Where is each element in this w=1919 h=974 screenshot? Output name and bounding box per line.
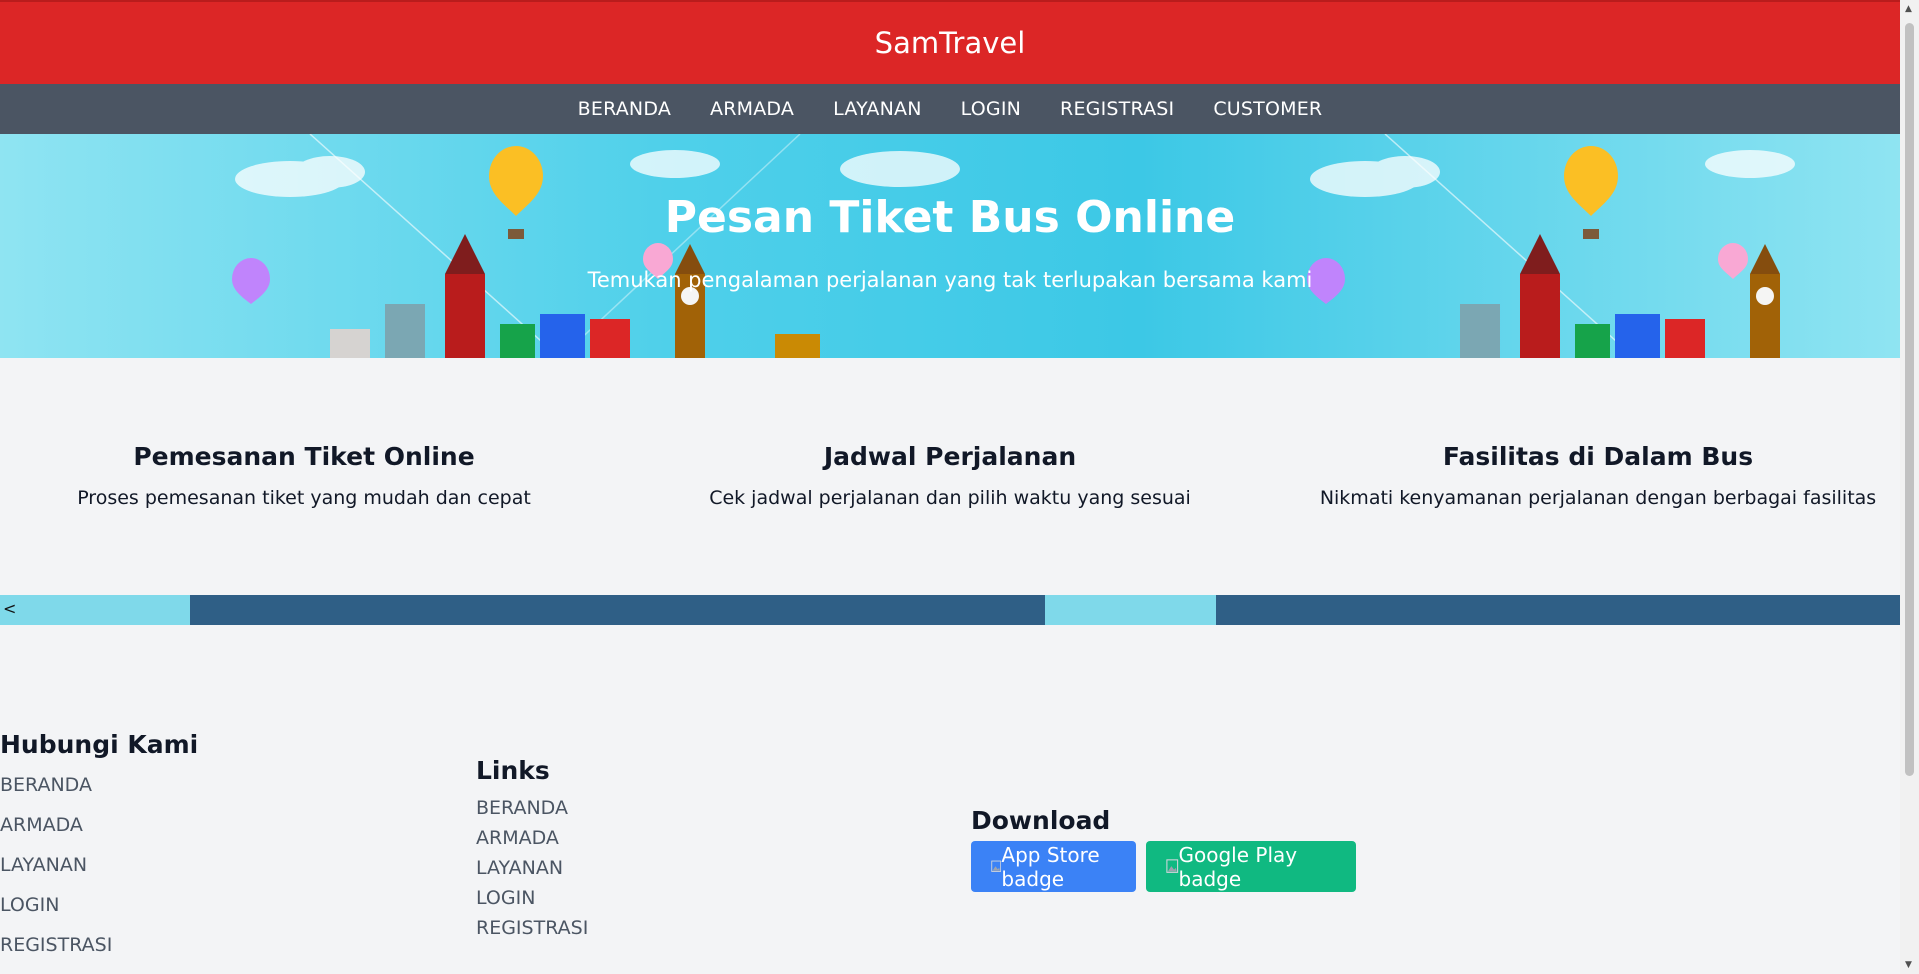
google-play-button[interactable]: Google Play badge bbox=[1146, 841, 1356, 892]
feature-card-schedule: Jadwal Perjalanan Cek jadwal perjalanan … bbox=[670, 442, 1230, 509]
footer-link-layanan[interactable]: LAYANAN bbox=[476, 853, 588, 883]
footer-link-armada[interactable]: ARMADA bbox=[476, 823, 588, 853]
nav-layanan[interactable]: LAYANAN bbox=[833, 98, 922, 120]
nav-customer[interactable]: CUSTOMER bbox=[1213, 98, 1322, 120]
footer-contact-link-login[interactable]: LOGIN bbox=[0, 885, 198, 925]
nav-registrasi[interactable]: REGISTRASI bbox=[1060, 98, 1174, 120]
nav-login[interactable]: LOGIN bbox=[961, 98, 1021, 120]
footer-contact-link-registrasi[interactable]: REGISTRASI bbox=[0, 925, 198, 965]
footer: Hubungi Kami BERANDA ARMADA LAYANAN LOGI… bbox=[0, 625, 1900, 974]
download-badges: App Store badge Google Play badge bbox=[971, 841, 1356, 892]
app-store-button[interactable]: App Store badge bbox=[971, 841, 1136, 892]
feature-description: Proses pemesanan tiket yang mudah dan ce… bbox=[77, 487, 531, 509]
hero-title: Pesan Tiket Bus Online bbox=[664, 192, 1236, 243]
vertical-scrollbar[interactable]: ▲ ▼ bbox=[1900, 0, 1919, 974]
scrollbar-thumb[interactable] bbox=[1905, 23, 1914, 776]
footer-link-registrasi[interactable]: REGISTRASI bbox=[476, 913, 588, 943]
feature-title: Fasilitas di Dalam Bus bbox=[1442, 442, 1754, 471]
scroll-down-arrow-icon[interactable]: ▼ bbox=[1905, 960, 1912, 970]
footer-links-column: Links BERANDA ARMADA LAYANAN LOGIN REGIS… bbox=[476, 756, 588, 943]
scroll-up-arrow-icon[interactable]: ▲ bbox=[1905, 4, 1912, 14]
feature-description: Nikmati kenyamanan perjalanan dengan ber… bbox=[1319, 487, 1877, 509]
landmark-illustration bbox=[1307, 134, 1795, 358]
brand-logo-text[interactable]: SamTravel bbox=[875, 26, 1026, 60]
feature-title: Jadwal Perjalanan bbox=[823, 442, 1077, 471]
nav-beranda[interactable]: BERANDA bbox=[578, 98, 671, 120]
footer-contact-link-layanan[interactable]: LAYANAN bbox=[0, 845, 198, 885]
main-nav: BERANDA ARMADA LAYANAN LOGIN REGISTRASI … bbox=[0, 84, 1900, 134]
feature-title: Pemesanan Tiket Online bbox=[133, 442, 475, 471]
carousel-prev-arrow[interactable]: < bbox=[3, 599, 16, 618]
page: SamTravel BERANDA ARMADA LAYANAN LOGIN R… bbox=[0, 0, 1900, 974]
hero-subtitle: Temukan pengalaman perjalanan yang tak t… bbox=[587, 268, 1313, 292]
decorative-image-strip: < bbox=[0, 595, 1900, 625]
broken-image-icon bbox=[1166, 858, 1179, 873]
landmark-illustration bbox=[232, 134, 960, 358]
hero-banner: Pesan Tiket Bus Online Temukan pengalama… bbox=[0, 134, 1900, 358]
footer-link-login[interactable]: LOGIN bbox=[476, 883, 588, 913]
google-play-badge-alt: Google Play badge bbox=[1178, 842, 1298, 891]
footer-links-title: Links bbox=[476, 756, 550, 785]
brand-header: SamTravel bbox=[0, 2, 1900, 84]
footer-link-beranda[interactable]: BERANDA bbox=[476, 793, 588, 823]
app-store-badge-alt: App Store badge bbox=[1001, 842, 1100, 891]
features-section: Pemesanan Tiket Online Proses pemesanan … bbox=[0, 358, 1900, 595]
footer-contact-link-armada[interactable]: ARMADA bbox=[0, 805, 198, 845]
broken-image-icon bbox=[991, 860, 1002, 872]
nav-armada[interactable]: ARMADA bbox=[710, 98, 794, 120]
footer-contact-link-beranda[interactable]: BERANDA bbox=[0, 765, 198, 805]
feature-card-online-booking: Pemesanan Tiket Online Proses pemesanan … bbox=[24, 442, 584, 509]
feature-card-facilities: Fasilitas di Dalam Bus Nikmati kenyamana… bbox=[1318, 442, 1878, 509]
footer-contact-title: Hubungi Kami bbox=[0, 730, 199, 759]
footer-download-title: Download bbox=[971, 806, 1111, 835]
feature-description: Cek jadwal perjalanan dan pilih waktu ya… bbox=[709, 487, 1191, 509]
footer-contact-column: Hubungi Kami BERANDA ARMADA LAYANAN LOGI… bbox=[0, 730, 198, 965]
footer-download-column: Download App Store badge Google Play bad… bbox=[971, 806, 1356, 892]
